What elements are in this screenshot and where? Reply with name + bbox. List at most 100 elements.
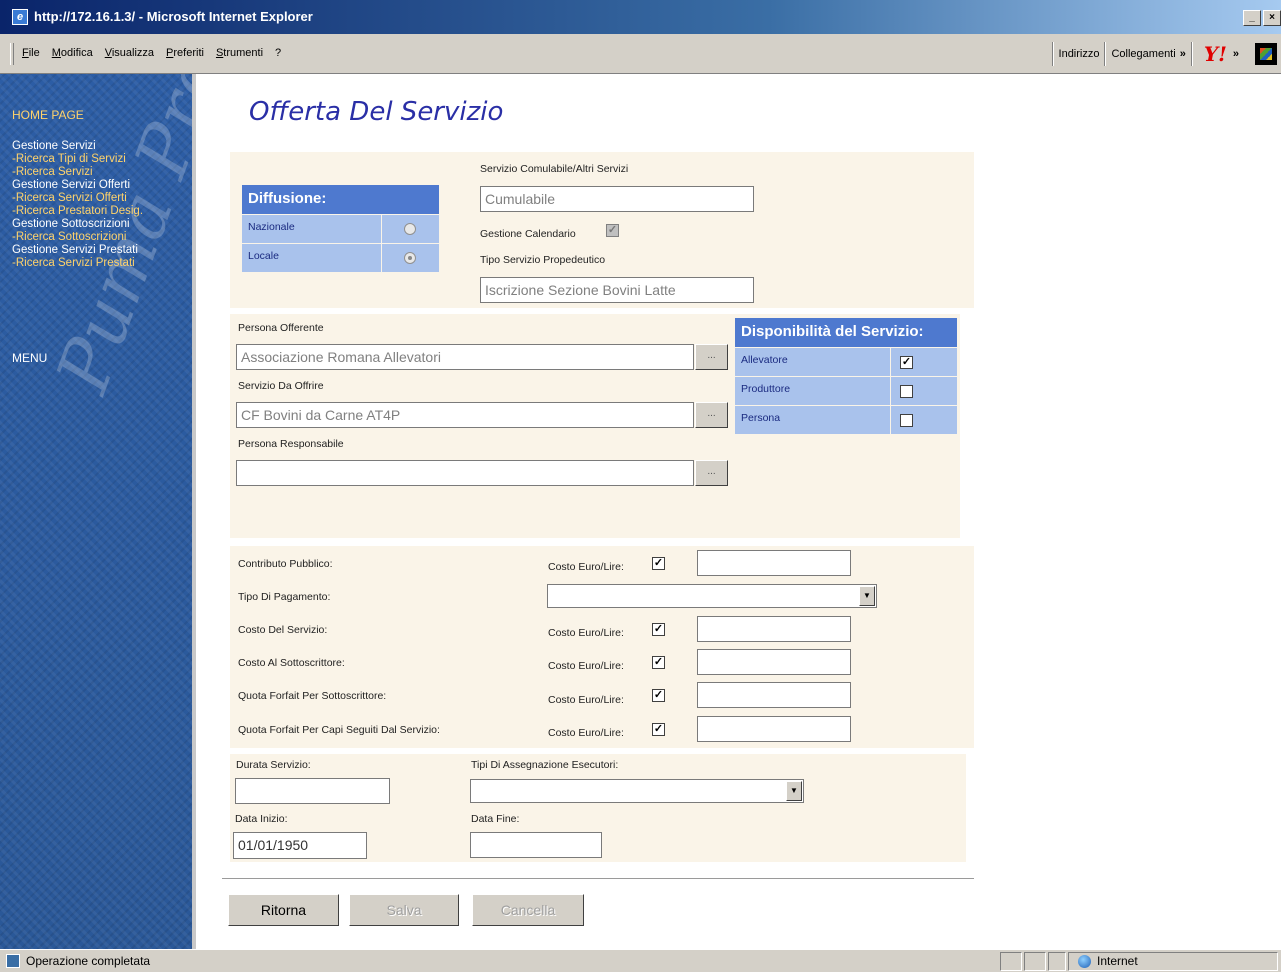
calendario-checkbox[interactable]: ✓ — [606, 224, 619, 237]
sidebar-group-gestione-servizi[interactable]: Gestione Servizi — [12, 140, 143, 153]
servizio-offrire-field[interactable]: CF Bovini da Carne AT4P — [236, 402, 694, 428]
sidebar: Puma Pro HOME PAGE Gestione Servizi -Ric… — [0, 74, 196, 949]
menu-modifica[interactable]: Modifica — [52, 47, 93, 65]
offerente-label: Persona Offerente — [238, 322, 324, 334]
diffusione-header: Diffusione: — [242, 185, 439, 214]
quota-sottoscrittore-costo-label: Costo Euro/Lire: — [548, 694, 624, 706]
sidebar-link-ricerca-sottoscrizioni[interactable]: -Ricerca Sottoscrizioni — [12, 231, 143, 244]
cumulabile-field[interactable]: Cumulabile — [480, 186, 754, 212]
links-chevron-icon[interactable]: » — [1180, 48, 1186, 60]
assegnazione-dropdown-icon[interactable]: ▼ — [786, 781, 802, 801]
quota-capi-costo-label: Costo Euro/Lire: — [548, 727, 624, 739]
sidebar-group-gestione-sottoscrizioni[interactable]: Gestione Sottoscrizioni — [12, 218, 143, 231]
status-zone: Internet — [1097, 954, 1138, 968]
diffusione-label-locale: Locale — [242, 244, 381, 272]
durata-field[interactable] — [235, 778, 390, 804]
sidebar-group-gestione-servizi-offerti[interactable]: Gestione Servizi Offerti — [12, 179, 143, 192]
panel-costi — [230, 546, 974, 748]
close-button[interactable]: × — [1263, 10, 1281, 26]
yahoo-chevron-icon[interactable]: » — [1233, 48, 1239, 60]
data-inizio-field[interactable]: 01/01/1950 — [233, 832, 367, 859]
checkbox-allevatore[interactable]: ✓ — [900, 356, 913, 369]
disponibilita-label-produttore: Produttore — [735, 377, 890, 405]
servizio-lookup-button[interactable]: ... — [695, 402, 728, 428]
sidebar-link-ricerca-tipi-servizi[interactable]: -Ricerca Tipi di Servizi — [12, 153, 143, 166]
checkbox-persona[interactable] — [900, 414, 913, 427]
responsabile-lookup-button[interactable]: ... — [695, 460, 728, 486]
sidebar-link-ricerca-servizi-prestati[interactable]: -Ricerca Servizi Prestati — [12, 257, 143, 270]
sidebar-menu-label: MENU — [12, 351, 48, 365]
durata-label: Durata Servizio: — [236, 759, 311, 771]
costo-sottoscrittore-costo-label: Costo Euro/Lire: — [548, 660, 624, 672]
data-fine-label: Data Fine: — [471, 813, 520, 825]
responsabile-field[interactable] — [236, 460, 694, 486]
pagamento-label: Tipo Di Pagamento: — [238, 591, 331, 603]
quota-sottoscrittore-checkbox[interactable]: ✓ — [652, 689, 665, 702]
statusbar: Operazione completata Internet — [0, 949, 1281, 972]
status-pane-1 — [1000, 952, 1022, 971]
status-pane-2 — [1024, 952, 1046, 971]
ritorna-button[interactable]: Ritorna — [228, 894, 339, 926]
links-bar-label[interactable]: Collegamenti — [1111, 48, 1175, 60]
sidebar-nav: Gestione Servizi -Ricerca Tipi di Serviz… — [12, 140, 143, 270]
ie-icon: e — [12, 9, 28, 25]
window-title: http://172.16.1.3/ - Microsoft Internet … — [34, 9, 313, 24]
menubar: File Modifica Visualizza Preferiti Strum… — [0, 34, 1281, 74]
offerente-lookup-button[interactable]: ... — [695, 344, 728, 370]
sidebar-group-gestione-servizi-prestati[interactable]: Gestione Servizi Prestati — [12, 244, 143, 257]
divider — [222, 878, 974, 879]
propedeutico-field[interactable]: Iscrizione Sezione Bovini Latte — [480, 277, 754, 303]
contributo-checkbox[interactable]: ✓ — [652, 557, 665, 570]
assegnazione-label: Tipi Di Assegnazione Esecutori: — [471, 759, 619, 771]
page-title: Offerta Del Servizio — [249, 97, 504, 127]
calendario-label: Gestione Calendario — [480, 228, 576, 240]
menu-visualizza[interactable]: Visualizza — [105, 47, 154, 65]
checkbox-produttore[interactable] — [900, 385, 913, 398]
contributo-costo-label: Costo Euro/Lire: — [548, 561, 624, 573]
sidebar-link-ricerca-prestatori[interactable]: -Ricerca Prestatori Desig. — [12, 205, 143, 218]
servizio-offrire-label: Servizio Da Offrire — [238, 380, 324, 392]
yahoo-icon[interactable]: Y! — [1204, 42, 1227, 66]
costo-sottoscrittore-field[interactable] — [697, 649, 851, 675]
sidebar-link-ricerca-servizi-offerti[interactable]: -Ricerca Servizi Offerti — [12, 192, 143, 205]
contributo-label: Contributo Pubblico: — [238, 558, 333, 570]
contributo-field[interactable] — [697, 550, 851, 576]
menu-file[interactable]: File — [22, 47, 40, 65]
status-message: Operazione completata — [26, 954, 151, 968]
menu-preferiti[interactable]: Preferiti — [166, 47, 204, 65]
radio-nazionale[interactable] — [404, 223, 416, 235]
quota-sottoscrittore-label: Quota Forfait Per Sottoscrittore: — [238, 690, 387, 702]
salva-button[interactable]: Salva — [349, 894, 459, 926]
costo-servizio-checkbox[interactable]: ✓ — [652, 623, 665, 636]
cumulabile-label: Servizio Comulabile/Altri Servizi — [480, 163, 629, 175]
propedeutico-label: Tipo Servizio Propedeutico — [480, 254, 606, 266]
costo-servizio-field[interactable] — [697, 616, 851, 642]
responsabile-label: Persona Responsabile — [238, 438, 344, 450]
window-titlebar: e http://172.16.1.3/ - Microsoft Interne… — [0, 0, 1281, 34]
quota-capi-label: Quota Forfait Per Capi Seguiti Dal Servi… — [238, 724, 440, 736]
internet-globe-icon — [1078, 954, 1091, 968]
radio-locale[interactable] — [404, 252, 416, 264]
data-fine-field[interactable] — [470, 832, 602, 858]
costo-servizio-label: Costo Del Servizio: — [238, 624, 328, 636]
menu-help[interactable]: ? — [275, 47, 281, 65]
quota-capi-checkbox[interactable]: ✓ — [652, 723, 665, 736]
pagamento-select[interactable]: ▼ — [547, 584, 877, 608]
pagamento-dropdown-icon[interactable]: ▼ — [859, 586, 875, 606]
offerente-field[interactable]: Associazione Romana Allevatori — [236, 344, 694, 370]
assegnazione-select[interactable]: ▼ — [470, 779, 804, 803]
costo-sottoscrittore-checkbox[interactable]: ✓ — [652, 656, 665, 669]
quota-capi-field[interactable] — [697, 716, 851, 742]
status-pane-3 — [1048, 952, 1066, 971]
sidebar-home-link[interactable]: HOME PAGE — [12, 108, 84, 122]
disponibilita-header: Disponibilità del Servizio: — [735, 318, 957, 347]
costo-sottoscrittore-label: Costo Al Sottoscrittore: — [238, 657, 345, 669]
quota-sottoscrittore-field[interactable] — [697, 682, 851, 708]
menu-strumenti[interactable]: Strumenti — [216, 47, 263, 65]
toolbar-grip — [10, 43, 14, 65]
minimize-button[interactable]: _ — [1243, 10, 1261, 26]
cancella-button[interactable]: Cancella — [472, 894, 584, 926]
address-bar-label[interactable]: Indirizzo — [1059, 48, 1100, 60]
sidebar-link-ricerca-servizi[interactable]: -Ricerca Servizi — [12, 166, 143, 179]
data-inizio-label: Data Inizio: — [235, 813, 288, 825]
